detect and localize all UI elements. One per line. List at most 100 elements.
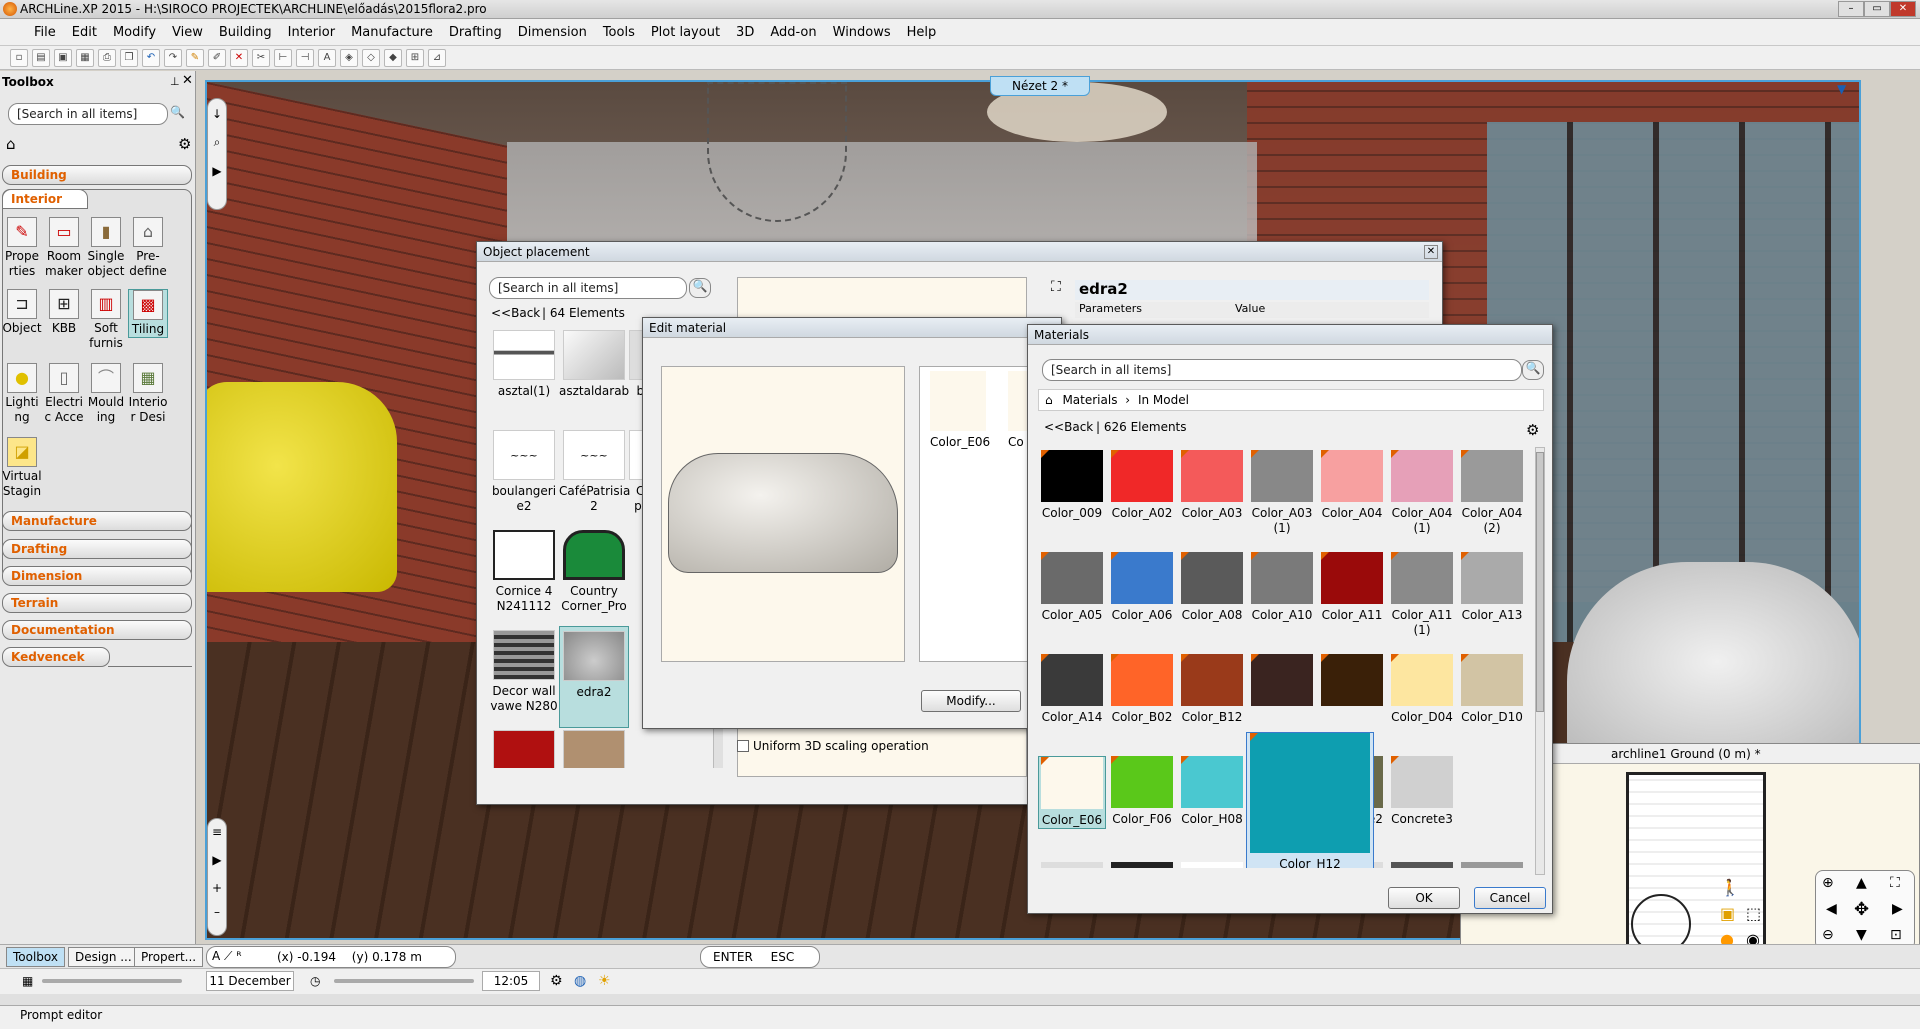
plus-icon[interactable]: + <box>208 881 226 895</box>
tab-properties[interactable]: Propert... <box>134 947 204 967</box>
close-icon[interactable]: ✕ <box>1424 245 1438 259</box>
cancel-button[interactable]: Cancel <box>1474 887 1546 909</box>
material-item[interactable]: Color_A04 (1) <box>1388 450 1456 536</box>
menu-windows[interactable]: Windows <box>825 25 899 40</box>
arrow-left-icon[interactable]: ◀ <box>1826 901 1837 917</box>
modify-button[interactable]: Modify... <box>921 690 1021 712</box>
object-back-link[interactable]: <<Back <box>491 306 540 320</box>
menu-modify[interactable]: Modify <box>105 25 164 40</box>
menu-interior[interactable]: Interior <box>280 25 343 40</box>
tool-predefine[interactable]: ⌂ Pre-define <box>128 217 168 279</box>
arrow-down-icon[interactable]: ↓ <box>208 107 226 121</box>
snap-icon[interactable]: A ⟋ ᴿ <box>212 949 242 964</box>
material-item[interactable]: Color_009 <box>1038 450 1106 521</box>
play-icon[interactable]: ▶ <box>208 853 226 867</box>
tool-room-maker[interactable]: ▭ Room maker <box>44 217 84 279</box>
material-item[interactable]: Color_B02 <box>1108 654 1176 725</box>
object-item[interactable] <box>489 730 559 768</box>
tool-tiling[interactable]: ▩ Tiling <box>128 289 168 338</box>
gear-icon[interactable]: ⚙ <box>1526 421 1539 439</box>
measure-icon[interactable]: ⊿ <box>428 48 446 67</box>
object-item[interactable]: asztal(1) <box>489 330 559 399</box>
view-side-icon[interactable]: ◇ <box>362 48 380 67</box>
category-drafting[interactable]: Drafting <box>2 539 192 559</box>
zoom-in-icon[interactable]: ⊕ <box>1822 875 1834 891</box>
open-icon[interactable]: ▤ <box>32 48 50 67</box>
materials-back-link[interactable]: <<Back <box>1044 420 1093 434</box>
category-documentation[interactable]: Documentation <box>2 620 192 640</box>
material-item[interactable]: Color_B12 <box>1178 654 1246 725</box>
menu-building[interactable]: Building <box>211 25 280 40</box>
menu-plot-layout[interactable]: Plot layout <box>643 25 728 40</box>
material-item[interactable]: Color_A02 <box>1108 450 1176 521</box>
gear-icon[interactable]: ⚙ <box>178 135 191 153</box>
material-item[interactable] <box>1461 862 1523 868</box>
home-icon[interactable]: ⌂ <box>1039 393 1059 407</box>
viewport-tab[interactable]: Nézet 2 * <box>990 76 1090 96</box>
tool-lighting[interactable]: ● Lighti ng <box>2 363 42 425</box>
material-item[interactable] <box>1391 862 1453 868</box>
search-icon[interactable]: 🔍 <box>170 105 188 123</box>
new-icon[interactable]: ▫ <box>10 48 28 67</box>
search-icon[interactable]: 🔍 <box>1522 360 1544 380</box>
arrow-right-icon[interactable]: ▶ <box>1892 901 1903 917</box>
material-item[interactable] <box>1181 862 1243 868</box>
delete-icon[interactable]: ✕ <box>230 48 248 67</box>
material-item[interactable] <box>1248 654 1316 710</box>
align-left-icon[interactable]: ⊢ <box>274 48 292 67</box>
menu-file[interactable]: File <box>26 25 64 40</box>
material-item[interactable]: Color_A11 <box>1318 552 1386 623</box>
material-item[interactable]: Color_A05 <box>1038 552 1106 623</box>
object-item[interactable]: Cornice 4 N241112 <box>489 530 559 614</box>
category-terrain[interactable]: Terrain <box>2 593 192 613</box>
breadcrumb-materials[interactable]: Materials <box>1062 393 1117 407</box>
minus-icon[interactable]: – <box>208 905 226 919</box>
pen-icon[interactable]: ✐ <box>208 48 226 67</box>
object-search-input[interactable]: [Search in all items] <box>489 277 687 299</box>
paint-icon[interactable]: ✎ <box>186 48 204 67</box>
home-icon[interactable]: ⌂ <box>6 135 16 153</box>
tab-design[interactable]: Design ... <box>68 947 139 967</box>
layout-icon[interactable]: ⊞ <box>406 48 424 67</box>
menu-3d[interactable]: 3D <box>728 25 762 40</box>
redo-icon[interactable]: ↷ <box>164 48 182 67</box>
save-as-icon[interactable]: ▦ <box>76 48 94 67</box>
menu-drafting[interactable]: Drafting <box>441 25 510 40</box>
tab-toolbox[interactable]: Toolbox <box>6 947 65 967</box>
material-item[interactable]: Concrete3 <box>1388 756 1456 827</box>
category-kedvencek[interactable]: Kedvencek <box>2 647 110 667</box>
tool-kbb[interactable]: ⊞ KBB <box>44 289 84 336</box>
save-icon[interactable]: ▣ <box>54 48 72 67</box>
category-interior[interactable]: Interior <box>2 189 88 209</box>
calendar-icon[interactable]: ▦ <box>22 974 33 988</box>
tool-virtual-staging[interactable]: ◪ Virtual Stagin <box>2 437 42 499</box>
arrow-up-icon[interactable]: ▲ <box>1856 875 1867 891</box>
time-field[interactable]: 12:05 <box>482 971 540 991</box>
material-item[interactable] <box>1111 862 1173 868</box>
material-item-selected[interactable]: Color_H12 <box>1246 732 1374 868</box>
search-icon[interactable]: 🔍 <box>689 278 711 298</box>
zoom-icon[interactable]: ⌕ <box>208 135 226 150</box>
pin-icon[interactable]: ⊥ <box>170 75 180 88</box>
object-item[interactable]: ~~~ boulangeri e2 <box>489 430 559 514</box>
date-slider[interactable] <box>42 979 182 983</box>
object-item-selected[interactable]: edra2 <box>559 626 629 728</box>
scrollbar-thumb[interactable] <box>1536 452 1544 712</box>
material-item[interactable]: Color_A14 <box>1038 654 1106 725</box>
object-item[interactable]: asztaldarab <box>559 330 629 399</box>
menu-help[interactable]: Help <box>899 25 945 40</box>
menu-dimension[interactable]: Dimension <box>510 25 595 40</box>
tool-moulding[interactable]: ⌒ Mould ing <box>86 363 126 425</box>
material-item[interactable] <box>1318 654 1386 710</box>
enter-button[interactable]: ENTER <box>713 950 753 964</box>
cube-icon[interactable]: ▣ <box>1720 904 1735 923</box>
menu-add-on[interactable]: Add-on <box>762 25 824 40</box>
material-item[interactable]: Color_A08 <box>1178 552 1246 623</box>
material-item[interactable]: Color_A10 <box>1248 552 1316 623</box>
cut-icon[interactable]: ✂ <box>252 48 270 67</box>
menu-edit[interactable]: Edit <box>64 25 105 40</box>
print-icon[interactable]: ⎙ <box>98 48 116 67</box>
close-button[interactable]: ✕ <box>1890 1 1916 17</box>
materials-search-input[interactable]: [Search in all items] <box>1042 359 1522 381</box>
globe-icon[interactable]: ◍ <box>574 973 586 989</box>
